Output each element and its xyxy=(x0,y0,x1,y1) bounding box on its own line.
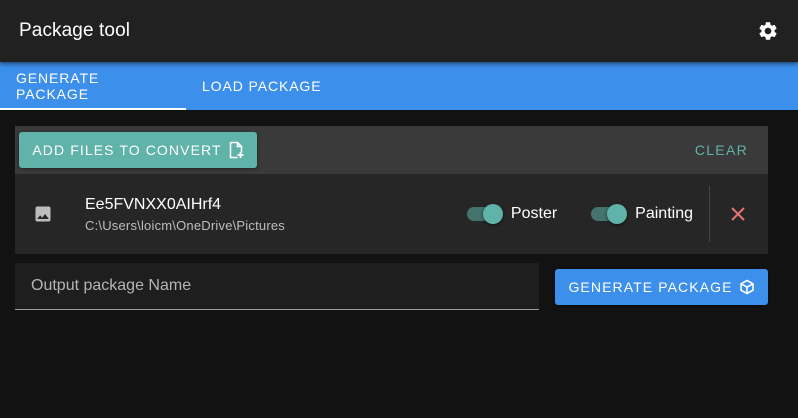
tab-bar: GENERATE PACKAGE LOAD PACKAGE xyxy=(0,62,798,110)
add-files-label: ADD FILES TO CONVERT xyxy=(32,142,222,158)
cube-icon xyxy=(739,279,755,295)
file-info: Ee5FVNXX0AIHrf4 C:\Users\loicm\OneDrive\… xyxy=(85,196,465,233)
file-plus-icon xyxy=(228,141,244,159)
close-icon[interactable] xyxy=(728,204,748,224)
generate-label: GENERATE PACKAGE xyxy=(568,278,733,295)
painting-toggle[interactable]: Painting xyxy=(589,204,693,224)
list-item: Ee5FVNXX0AIHrf4 C:\Users\loicm\OneDrive\… xyxy=(15,174,768,254)
file-panel: ADD FILES TO CONVERT CLEAR Ee5FVNXX0AIHr… xyxy=(15,126,768,254)
file-path: C:\Users\loicm\OneDrive\Pictures xyxy=(85,217,285,233)
painting-switch[interactable] xyxy=(589,204,628,224)
add-files-button[interactable]: ADD FILES TO CONVERT xyxy=(19,132,257,168)
clear-button[interactable]: CLEAR xyxy=(695,142,748,158)
painting-label: Painting xyxy=(635,205,693,222)
tab-load-package[interactable]: LOAD PACKAGE xyxy=(186,62,337,110)
image-icon xyxy=(31,202,55,226)
tab-generate-package[interactable]: GENERATE PACKAGE xyxy=(0,62,186,110)
poster-switch[interactable] xyxy=(465,204,503,224)
file-name: Ee5FVNXX0AIHrf4 xyxy=(85,195,222,213)
output-name-field[interactable] xyxy=(15,263,539,310)
tab-label: LOAD PACKAGE xyxy=(202,78,322,94)
poster-label: Poster xyxy=(510,205,558,222)
divider xyxy=(709,186,710,242)
file-toolbar: ADD FILES TO CONVERT CLEAR xyxy=(15,126,768,174)
app-title: Package tool xyxy=(19,20,131,41)
output-name-input[interactable] xyxy=(31,277,539,295)
gear-icon[interactable] xyxy=(756,19,780,43)
tab-label: GENERATE PACKAGE xyxy=(16,70,100,102)
poster-toggle[interactable]: Poster xyxy=(465,204,557,224)
generate-package-button[interactable]: GENERATE PACKAGE xyxy=(555,268,768,305)
app-bar: Package tool xyxy=(0,0,798,62)
output-row: GENERATE PACKAGE xyxy=(15,263,768,310)
